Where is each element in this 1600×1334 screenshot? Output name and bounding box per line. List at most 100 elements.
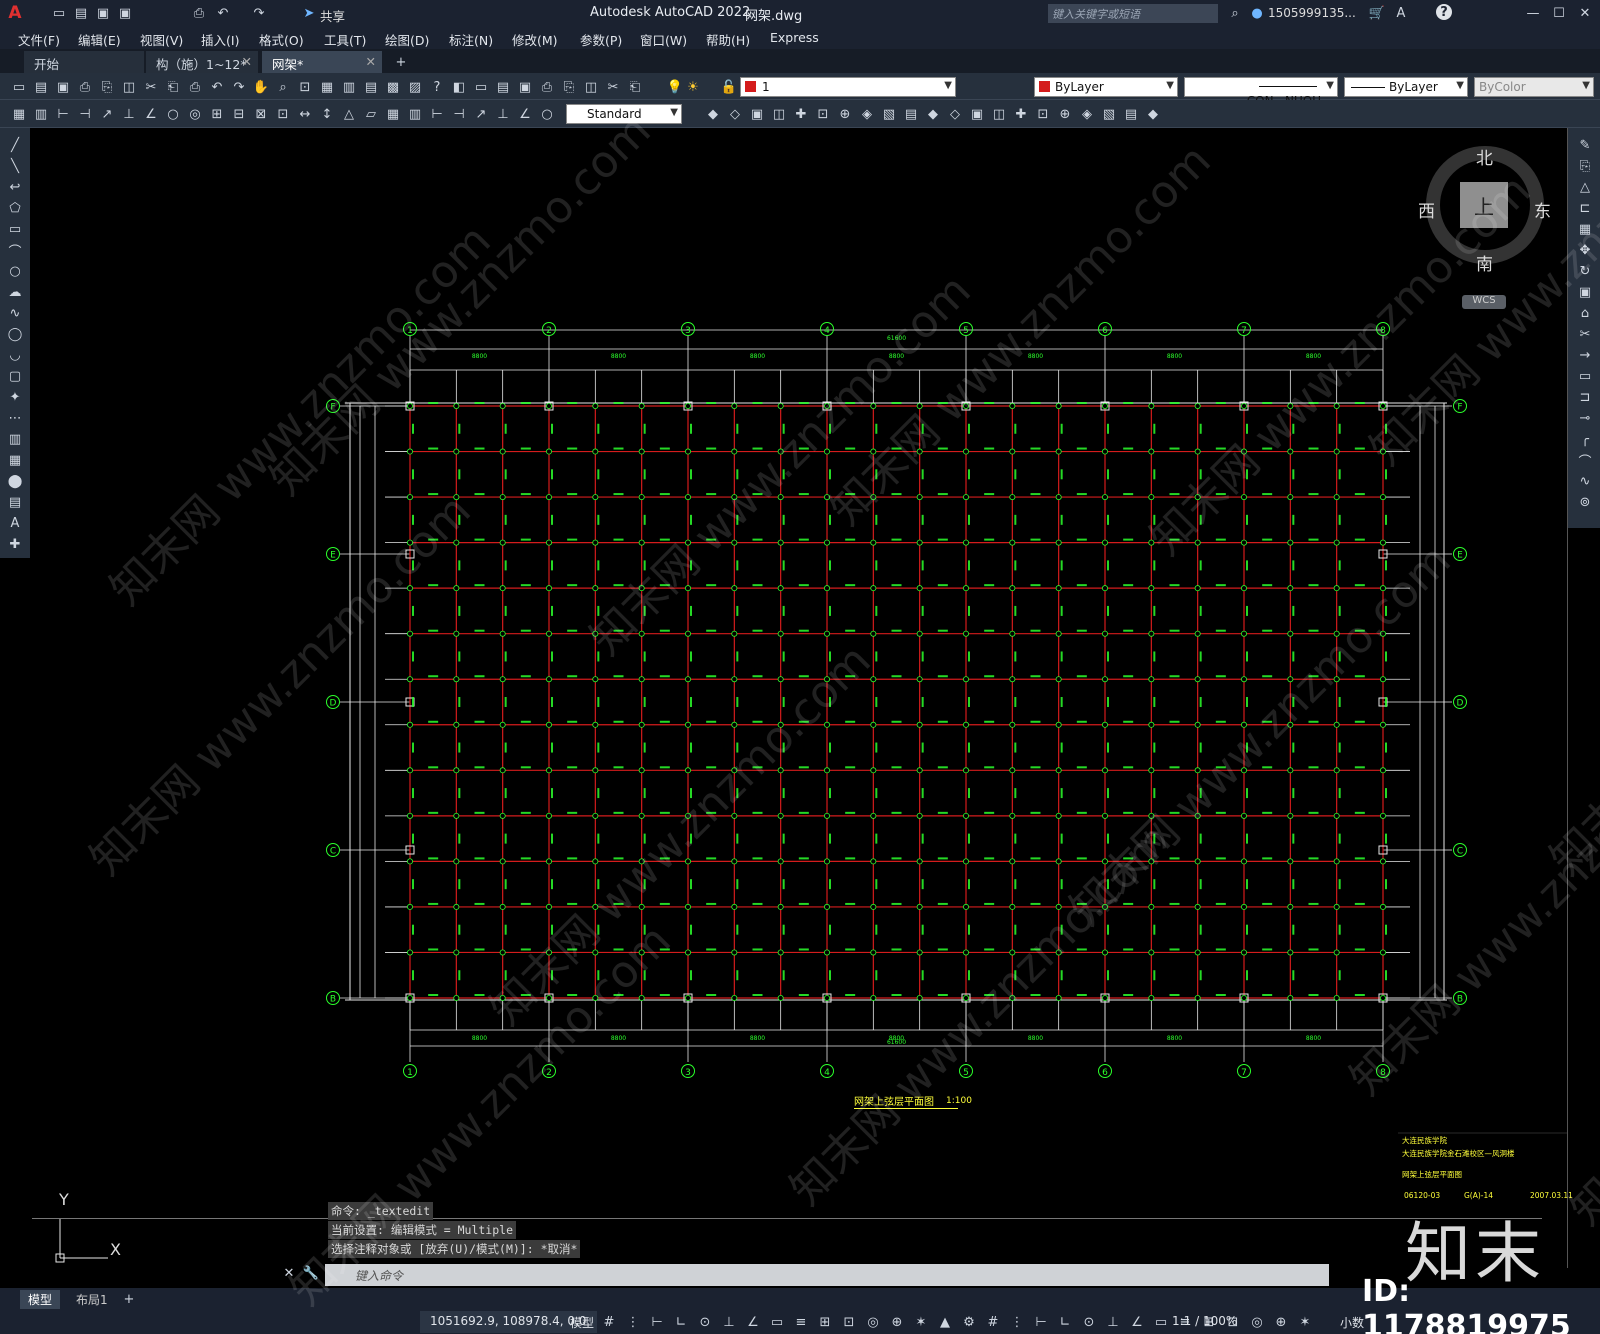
- member-tag: [1292, 560, 1295, 571]
- member-tag: [1169, 402, 1180, 404]
- status-toggle-icon[interactable]: ⊙: [1080, 1313, 1098, 1331]
- tab-layout1[interactable]: 布局1: [68, 1290, 116, 1309]
- member-tag: [659, 402, 670, 404]
- member-tag: [520, 857, 531, 860]
- grid-node: [963, 630, 970, 637]
- status-toggle-icon[interactable]: ⊙: [696, 1313, 714, 1331]
- member-tag: [706, 402, 717, 404]
- grid-node: [1148, 494, 1155, 501]
- member-tag: [613, 675, 624, 678]
- member-tag: [1246, 924, 1248, 935]
- units-display[interactable]: 小数: [1340, 1314, 1364, 1331]
- member-tag: [798, 857, 809, 860]
- grid-node: [592, 858, 599, 865]
- viewcube-west[interactable]: 西: [1418, 197, 1435, 222]
- grid-node: [916, 630, 923, 637]
- member-tag: [1123, 629, 1134, 632]
- member-tag: [659, 493, 670, 496]
- member-tag: [1014, 742, 1017, 753]
- status-toggle-icon[interactable]: ⊥: [1104, 1313, 1122, 1331]
- command-input[interactable]: 键入命令: [325, 1264, 1329, 1286]
- grid-node: [453, 630, 460, 637]
- status-toggle-icon[interactable]: ⋮: [624, 1313, 642, 1331]
- status-toggle-icon[interactable]: ⊢: [648, 1313, 666, 1331]
- status-toggle-icon[interactable]: ⊕: [1272, 1313, 1290, 1331]
- member-tag: [1199, 605, 1202, 616]
- status-toggle-icon[interactable]: ≡: [792, 1313, 810, 1331]
- status-toggle-icon[interactable]: #: [600, 1313, 618, 1331]
- titleblock-line: 大连民族学院金石滩校区—风洞楼: [1402, 1149, 1515, 1158]
- member-tag: [1215, 538, 1226, 541]
- member-tag: [1123, 493, 1134, 496]
- member-tag: [1060, 651, 1063, 662]
- status-toggle-icon[interactable]: ⊥: [720, 1313, 738, 1331]
- member-tag: [458, 605, 461, 616]
- title-block: 大连民族学院 大连民族学院金石滩校区—风洞楼 网架上弦层平面图 06120-03…: [1402, 1134, 1573, 1201]
- annotation-scale[interactable]: 1:1 / 100%: [1172, 1314, 1237, 1328]
- member-tag: [875, 833, 878, 844]
- status-toggle-icon[interactable]: ⋮: [1008, 1313, 1026, 1331]
- member-tag: [1153, 924, 1156, 935]
- axis-bubble-label: B: [330, 995, 336, 1005]
- status-toggle-icon[interactable]: ∠: [744, 1313, 762, 1331]
- status-toggle-icon[interactable]: ✶: [1296, 1313, 1314, 1331]
- grid-node: [731, 630, 738, 637]
- grid-node: [963, 767, 970, 774]
- bay-dimension-label: 8800: [1028, 1035, 1043, 1042]
- grid-node: [870, 721, 877, 728]
- grid-node: [731, 858, 738, 865]
- grid-node: [1102, 949, 1109, 956]
- status-toggle-icon[interactable]: ✶: [912, 1313, 930, 1331]
- member-tag: [1014, 788, 1017, 799]
- model-space-button[interactable]: 模型: [570, 1314, 594, 1331]
- member-tag: [1153, 560, 1156, 571]
- member-tag: [412, 697, 414, 707]
- member-tag: [1308, 994, 1319, 996]
- axis-bubble-label: 7: [1241, 1068, 1247, 1078]
- grid-node: [1055, 767, 1062, 774]
- member-tag: [1076, 766, 1087, 769]
- member-tag: [643, 788, 646, 799]
- status-toggle-icon[interactable]: ◎: [864, 1313, 882, 1331]
- member-tag: [937, 493, 948, 496]
- grid-node: [1333, 995, 1340, 1002]
- member-tag: [474, 948, 485, 951]
- status-toggle-icon[interactable]: ⊢: [1032, 1313, 1050, 1331]
- bay-dimension-label: 8800: [611, 1035, 626, 1042]
- status-toggle-icon[interactable]: ∠: [1128, 1313, 1146, 1331]
- member-tag: [458, 788, 461, 799]
- grid-node: [406, 812, 413, 819]
- status-toggle-icon[interactable]: ⚙: [960, 1313, 978, 1331]
- status-toggle-icon[interactable]: ▲: [936, 1313, 954, 1331]
- member-tag: [752, 675, 763, 678]
- grid-node: [1102, 995, 1109, 1002]
- member-tag: [1385, 970, 1387, 981]
- member-tag: [690, 924, 692, 935]
- status-toggle-icon[interactable]: ▭: [1152, 1313, 1170, 1331]
- grid-node: [777, 949, 784, 956]
- status-toggle-icon[interactable]: #: [984, 1313, 1002, 1331]
- tab-model[interactable]: 模型: [20, 1290, 61, 1309]
- grid-node: [499, 721, 506, 728]
- status-toggle-icon[interactable]: ▭: [768, 1313, 786, 1331]
- grid-node: [916, 585, 923, 592]
- member-tag: [567, 766, 578, 769]
- member-tag: [428, 629, 439, 632]
- member-tag: [1060, 788, 1063, 799]
- grid-node: [1148, 448, 1155, 455]
- status-toggle-icon[interactable]: ⊕: [888, 1313, 906, 1331]
- member-tag: [458, 651, 461, 662]
- status-toggle-icon[interactable]: ◎: [1248, 1313, 1266, 1331]
- member-tag: [1060, 560, 1063, 571]
- grid-node: [916, 812, 923, 819]
- add-layout-icon[interactable]: +: [120, 1290, 138, 1308]
- grid-node: [546, 494, 553, 501]
- grid-node: [453, 721, 460, 728]
- member-tag: [1060, 423, 1063, 434]
- status-toggle-icon[interactable]: ∟: [672, 1313, 690, 1331]
- grid-node: [1380, 767, 1387, 774]
- status-toggle-icon[interactable]: ∟: [1056, 1313, 1074, 1331]
- status-toggle-icon[interactable]: ⊞: [816, 1313, 834, 1331]
- status-toggle-icon[interactable]: ⊡: [840, 1313, 858, 1331]
- member-tag: [706, 902, 717, 905]
